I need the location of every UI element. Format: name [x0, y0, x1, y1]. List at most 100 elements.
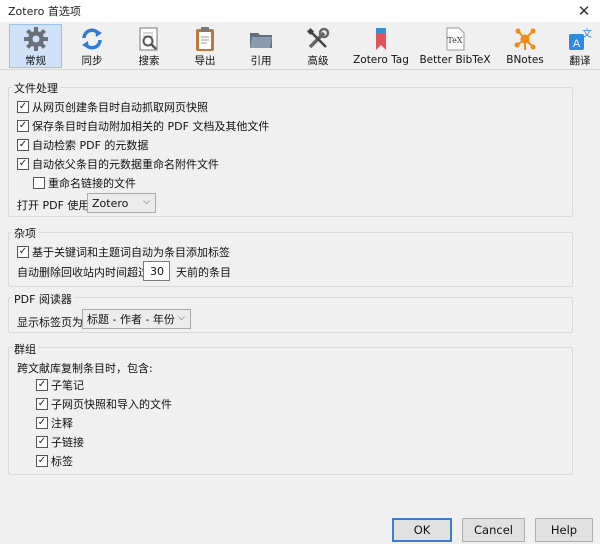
- folder-icon: [247, 25, 275, 52]
- group-title-groups: 群组: [12, 341, 38, 357]
- open-pdf-select[interactable]: Zotero ⌵: [87, 193, 156, 213]
- check-icon: ✓: [37, 417, 47, 428]
- tab-label: Better BibTeX: [419, 54, 491, 66]
- trash-suffix-label: 天前的条目: [176, 266, 231, 279]
- option-tags[interactable]: ✓ 标签: [36, 453, 73, 469]
- check-icon: ✓: [37, 398, 47, 409]
- option-label: 基于关键词和主题词自动为条目添加标签: [32, 246, 230, 259]
- tab-title-select[interactable]: 标题 - 作者 - 年份 ⌵: [82, 309, 191, 329]
- tools-icon: [304, 25, 332, 52]
- option-label: 保存条目时自动附加相关的 PDF 文档及其他文件: [32, 120, 270, 133]
- option-label: 自动依父条目的元数据重命名附件文件: [32, 158, 219, 171]
- checkbox[interactable]: ✓: [17, 101, 29, 113]
- tab-label: 引用: [250, 55, 272, 67]
- option-child-links[interactable]: ✓ 子链接: [36, 434, 84, 450]
- tab-title-label: 显示标签页为: [17, 316, 83, 329]
- check-icon: ✓: [18, 246, 28, 257]
- option-label: 子网页快照和导入的文件: [51, 398, 172, 411]
- checkbox[interactable]: ✓: [17, 158, 29, 170]
- tex-icon-text: TeX: [447, 36, 462, 45]
- chevron-down-icon: ⌵: [178, 313, 185, 323]
- translate-icon-char: 文: [582, 27, 592, 40]
- checkbox[interactable]: ✓: [17, 120, 29, 132]
- group-title-misc: 杂项: [12, 225, 38, 241]
- tab-better-bibtex[interactable]: TeX Better BibTeX: [419, 24, 491, 68]
- trash-prefix-label: 自动删除回收站内时间超过: [17, 266, 149, 279]
- tab-translate[interactable]: A 文 翻译: [562, 24, 598, 68]
- translate-icon-letter: A: [573, 38, 581, 50]
- checkbox[interactable]: ✓: [36, 379, 48, 391]
- checkbox[interactable]: ✓: [36, 436, 48, 448]
- tab-search[interactable]: 搜索: [126, 24, 172, 68]
- tab-label: 搜索: [138, 55, 160, 67]
- search-icon: [135, 25, 163, 52]
- option-auto-snapshot[interactable]: ✓ 从网页创建条目时自动抓取网页快照: [17, 99, 208, 115]
- bookmark-icon: [367, 25, 395, 53]
- option-label: 重命名链接的文件: [48, 177, 136, 190]
- option-rename-linked-files[interactable]: 重命名链接的文件: [33, 175, 136, 191]
- tab-label: Zotero Tag: [353, 54, 409, 66]
- tab-label: 导出: [194, 55, 216, 67]
- help-button[interactable]: Help: [535, 518, 593, 542]
- tab-label: BNotes: [506, 54, 544, 66]
- check-icon: ✓: [18, 158, 28, 169]
- cancel-button[interactable]: Cancel: [462, 518, 525, 542]
- tab-label: 翻译: [569, 55, 591, 67]
- tab-label: 高级: [307, 55, 329, 67]
- checkbox[interactable]: ✓: [17, 246, 29, 258]
- tab-bnotes[interactable]: BNotes: [500, 24, 550, 68]
- title-bar: Zotero 首选项 ✕: [0, 0, 600, 22]
- option-auto-tag[interactable]: ✓ 基于关键词和主题词自动为条目添加标签: [17, 244, 230, 260]
- close-icon[interactable]: ✕: [568, 0, 600, 22]
- tab-cite[interactable]: 引用: [239, 24, 283, 68]
- checkbox[interactable]: ✓: [36, 398, 48, 410]
- tab-advanced[interactable]: 高级: [296, 24, 340, 68]
- option-label: 从网页创建条目时自动抓取网页快照: [32, 101, 208, 114]
- tab-label: 常规: [25, 55, 46, 67]
- open-pdf-value: Zotero: [92, 196, 129, 210]
- trash-days-value: 30: [150, 264, 164, 278]
- checkbox[interactable]: [33, 177, 45, 189]
- option-label: 自动检索 PDF 的元数据: [32, 139, 149, 152]
- check-icon: ✓: [18, 120, 28, 131]
- tab-export[interactable]: 导出: [183, 24, 227, 68]
- option-label: 子链接: [51, 436, 84, 449]
- tab-zotero-tag[interactable]: Zotero Tag: [350, 24, 412, 68]
- chevron-down-icon: ⌵: [143, 197, 150, 207]
- preferences-toolbar: 常规 同步 搜索 导出 引用 高级 Zotero Tag TeX Better …: [0, 22, 600, 70]
- option-child-notes[interactable]: ✓ 子笔记: [36, 377, 84, 393]
- network-icon: [511, 25, 539, 53]
- check-icon: ✓: [18, 139, 28, 150]
- option-auto-rename-attachments[interactable]: ✓ 自动依父条目的元数据重命名附件文件: [17, 156, 219, 172]
- tab-general[interactable]: 常规: [9, 24, 62, 68]
- sync-icon: [78, 25, 106, 52]
- tex-icon: TeX: [441, 25, 469, 53]
- option-auto-attach-pdf[interactable]: ✓ 保存条目时自动附加相关的 PDF 文档及其他文件: [17, 118, 269, 134]
- check-icon: ✓: [18, 101, 28, 112]
- option-label: 子笔记: [51, 379, 84, 392]
- group-title-file-handling: 文件处理: [12, 80, 60, 96]
- copy-include-label: 跨文献库复制条目时，包含:: [17, 362, 153, 375]
- open-pdf-label: 打开 PDF 使用: [17, 199, 90, 212]
- option-retrieve-pdf-metadata[interactable]: ✓ 自动检索 PDF 的元数据: [17, 137, 148, 153]
- option-label: 注释: [51, 417, 73, 430]
- option-child-snapshots[interactable]: ✓ 子网页快照和导入的文件: [36, 396, 172, 412]
- trash-days-input[interactable]: 30: [143, 261, 170, 281]
- check-icon: ✓: [37, 436, 47, 447]
- tab-label: 同步: [81, 55, 103, 67]
- checkbox[interactable]: ✓: [36, 455, 48, 467]
- checkbox[interactable]: ✓: [17, 139, 29, 151]
- checkbox[interactable]: ✓: [36, 417, 48, 429]
- ok-button[interactable]: OK: [392, 518, 452, 542]
- option-label: 标签: [51, 455, 73, 468]
- check-icon: ✓: [37, 379, 47, 390]
- tab-title-value: 标题 - 作者 - 年份: [87, 313, 175, 326]
- window-title: Zotero 首选项: [8, 5, 81, 18]
- translate-icon: A 文: [566, 25, 594, 52]
- clipboard-icon: [191, 25, 219, 52]
- group-title-pdf-reader: PDF 阅读器: [12, 291, 74, 307]
- option-annotations[interactable]: ✓ 注释: [36, 415, 73, 431]
- check-icon: ✓: [37, 455, 47, 466]
- gear-icon: [22, 26, 50, 52]
- tab-sync[interactable]: 同步: [70, 24, 114, 68]
